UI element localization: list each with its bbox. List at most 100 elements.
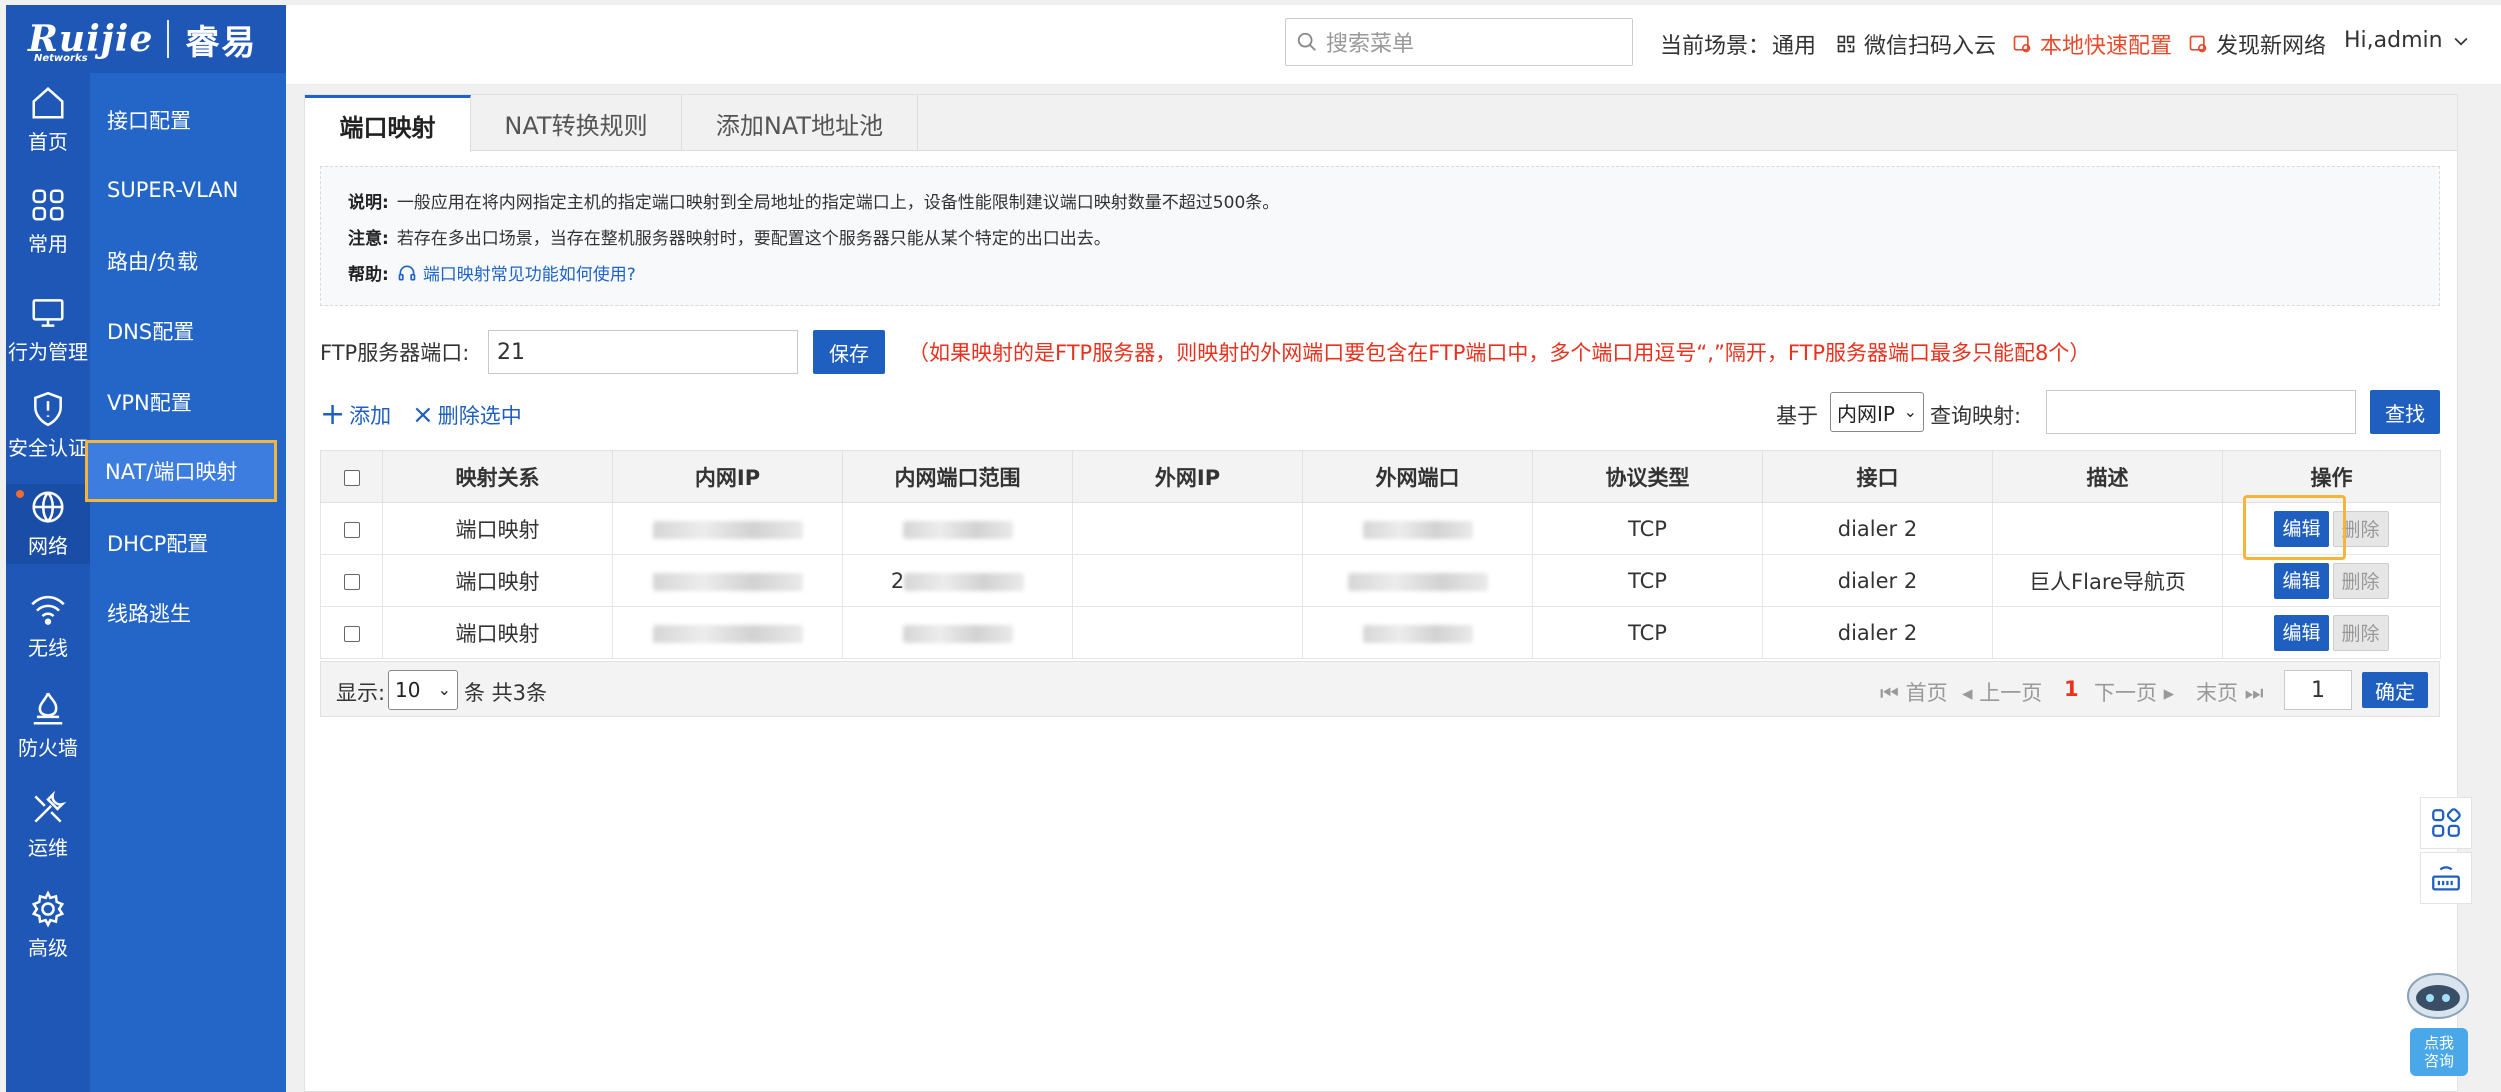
chevron-down-icon	[2454, 37, 2468, 46]
assistant-robot[interactable]: 点我 咨询	[2400, 968, 2476, 1078]
last-page-link[interactable]: 末页 ⏭	[2196, 677, 2264, 707]
edit-button[interactable]: 编辑	[2274, 614, 2329, 651]
row-select-cell[interactable]	[320, 554, 383, 607]
port-mapping-table: 映射关系 内网IP 内网端口范围 外网IP 外网端口 协议类型 接口 描述 操作…	[320, 450, 2441, 659]
cell-type: 端口映射	[382, 606, 613, 659]
wechat-cloud-link[interactable]: 微信扫码入云	[1836, 28, 1996, 60]
column-header: 外网IP	[1072, 450, 1303, 503]
column-header: 描述	[1992, 450, 2223, 503]
delete-button[interactable]: 删除	[2332, 614, 2389, 651]
submenu-item-routing[interactable]: 路由/负载	[90, 230, 286, 292]
rail-item-security[interactable]: 安全认证	[6, 390, 90, 461]
row-select-cell[interactable]	[320, 606, 383, 659]
rail-item-common[interactable]: 常用	[6, 186, 90, 257]
cell-description	[1992, 502, 2223, 555]
cell-protocol: TCP	[1532, 502, 1763, 555]
tab-port-mapping[interactable]: 端口映射	[305, 95, 471, 152]
search-icon	[1297, 32, 1316, 51]
scene-value[interactable]: 通用	[1772, 28, 1816, 60]
assistant-line-2: 咨询	[2423, 1052, 2454, 1070]
next-page-link[interactable]: 下一页 ▸	[2094, 677, 2174, 707]
edit-button[interactable]: 编辑	[2274, 510, 2329, 547]
cell-lan-port	[842, 502, 1073, 555]
cell-wan-ip	[1072, 502, 1303, 555]
rail-item-home[interactable]: 首页	[6, 84, 90, 155]
submenu-item-dns[interactable]: DNS配置	[90, 300, 286, 362]
chevron-down-icon: ⌄	[1903, 402, 1917, 421]
rail-item-ops[interactable]: 运维	[6, 790, 90, 861]
cell-actions: 编辑 删除	[2222, 554, 2441, 607]
column-header: 内网端口范围	[842, 450, 1073, 503]
row-checkbox[interactable]	[343, 625, 360, 642]
delete-button[interactable]: 删除	[2332, 562, 2389, 599]
quick-config-link[interactable]: 本地快速配置	[2012, 28, 2172, 60]
user-menu[interactable]: Hi,admin	[2344, 28, 2471, 53]
submenu-label: DNS配置	[107, 320, 195, 344]
select-all-cell[interactable]	[320, 450, 383, 503]
submenu-label: SUPER-VLAN	[107, 178, 239, 202]
delete-button[interactable]: 删除	[2332, 510, 2389, 547]
prev-page-link[interactable]: ◂ 上一页	[1962, 677, 2042, 707]
tab-nat-pool[interactable]: 添加NAT地址池	[682, 95, 918, 151]
cell-description: 巨人Flare导航页	[1992, 554, 2223, 607]
grid-icon	[32, 189, 64, 221]
first-page-icon: ⏮	[1880, 681, 1906, 705]
current-page: 1	[2064, 677, 2079, 701]
page-size-select[interactable]: 10 ⌄	[388, 670, 458, 710]
logo-subtext: Networks	[34, 53, 88, 64]
note-description: 说明: 一般应用在将内网指定主机的指定端口映射到全局地址的指定端口上，设备性能限制…	[348, 193, 1280, 213]
base-select[interactable]: 内网IP ⌄	[1830, 392, 1924, 432]
base-label: 基于	[1776, 404, 1818, 428]
row-checkbox[interactable]	[343, 521, 360, 538]
ftp-port-label: FTP服务器端口:	[320, 341, 470, 365]
cell-protocol: TCP	[1532, 606, 1763, 659]
assistant-line-1: 点我	[2423, 1034, 2454, 1052]
search-input[interactable]: 搜索菜单	[1285, 18, 1633, 66]
cell-wan-port	[1302, 502, 1533, 555]
help-link[interactable]: 端口映射常见功能如何使用?	[423, 260, 636, 285]
discover-network-link[interactable]: 发现新网络	[2188, 28, 2326, 60]
row-select-cell[interactable]	[320, 502, 383, 555]
query-input[interactable]	[2046, 390, 2356, 434]
submenu-item-nat[interactable]: NAT/端口映射	[85, 440, 277, 502]
save-button[interactable]: 保存	[813, 330, 885, 374]
submenu-item-dhcp[interactable]: DHCP配置	[90, 512, 286, 574]
search-placeholder: 搜索菜单	[1326, 32, 1415, 57]
confirm-page-button[interactable]: 确定	[2362, 672, 2428, 708]
device-float-button[interactable]	[2420, 852, 2472, 904]
rail-label: 首页	[28, 130, 68, 154]
row-checkbox[interactable]	[343, 573, 360, 590]
monitor-icon	[32, 299, 64, 327]
edit-button[interactable]: 编辑	[2274, 562, 2329, 599]
cell-wan-ip	[1072, 606, 1303, 659]
cell-description	[1992, 606, 2223, 659]
goto-page-input[interactable]: 1	[2284, 670, 2352, 710]
submenu-item-vpn[interactable]: VPN配置	[90, 371, 286, 433]
submenu-label: 接口配置	[107, 109, 191, 133]
shield-icon	[34, 391, 62, 427]
submenu-item-interface[interactable]: 接口配置	[90, 89, 286, 151]
column-header: 操作	[2222, 450, 2441, 503]
qrcode-icon	[1837, 35, 1855, 53]
ftp-port-input[interactable]: 21	[488, 330, 798, 374]
find-button[interactable]: 查找	[2370, 390, 2440, 434]
select-all-checkbox[interactable]	[343, 469, 360, 486]
add-button[interactable]: + 添加	[320, 400, 391, 430]
rail-item-advanced[interactable]: 高级	[6, 890, 90, 961]
rail-item-behavior[interactable]: 行为管理	[6, 294, 90, 365]
first-page-link[interactable]: ⏮ 首页	[1880, 677, 1948, 707]
rail-item-firewall[interactable]: 防火墙	[6, 690, 90, 761]
submenu-item-line-escape[interactable]: 线路逃生	[90, 582, 286, 644]
rail-item-wireless[interactable]: 无线	[6, 590, 90, 661]
caret-left-icon: ◂	[1962, 681, 1980, 705]
cell-interface: dialer 2	[1762, 554, 1993, 607]
delete-selected-button[interactable]: × 删除选中	[412, 400, 522, 430]
brand-logo[interactable]: Ruijie Networks 睿易	[6, 5, 286, 73]
submenu-item-super-vlan[interactable]: SUPER-VLAN	[90, 159, 286, 221]
apps-float-button[interactable]	[2420, 797, 2472, 849]
rail-item-network[interactable]: 网络	[6, 484, 90, 564]
rail-label: 常用	[28, 232, 68, 256]
scene-label: 当前场景：	[1660, 34, 1771, 59]
column-header: 协议类型	[1532, 450, 1763, 503]
tab-nat-rules[interactable]: NAT转换规则	[471, 95, 682, 151]
